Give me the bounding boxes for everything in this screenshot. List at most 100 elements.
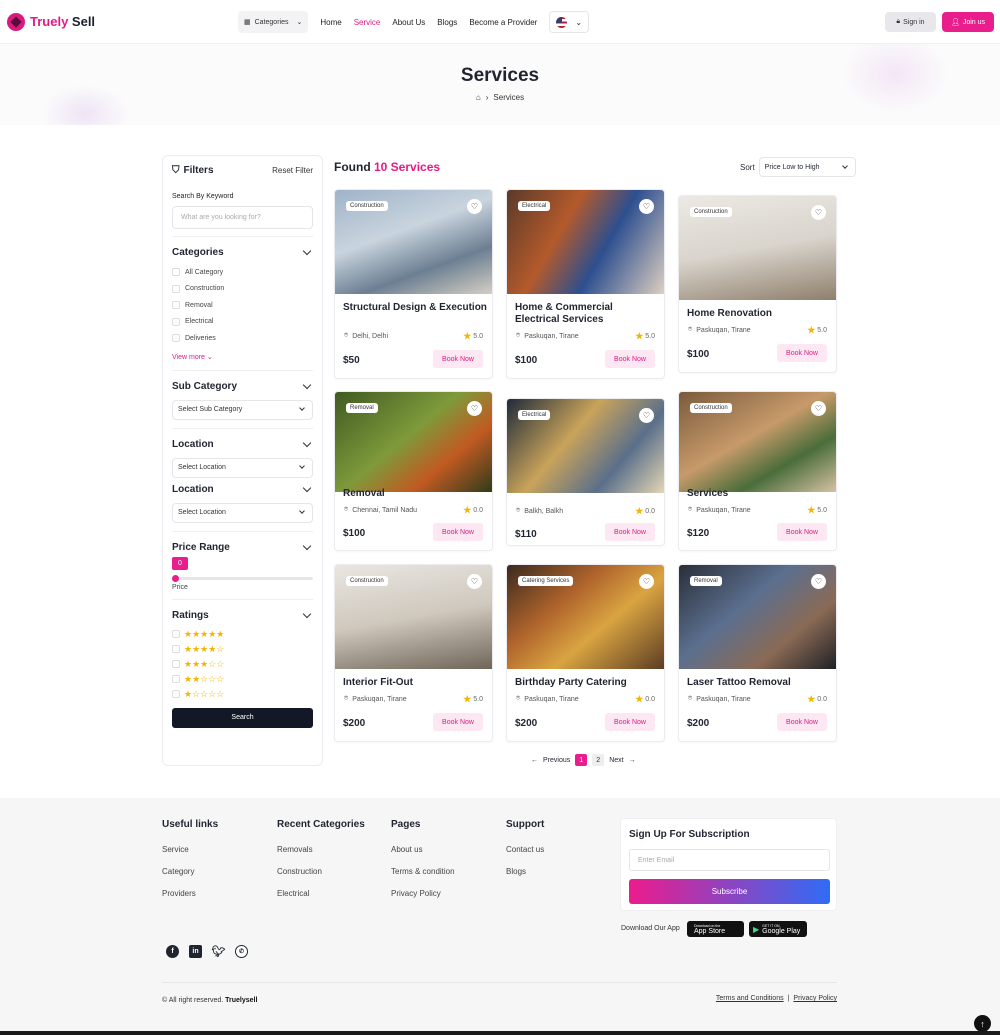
nav-about[interactable]: About Us — [392, 18, 425, 27]
service-title[interactable]: Structural Design & Execution — [343, 302, 488, 314]
facebook-icon[interactable]: f — [166, 945, 179, 958]
service-card[interactable]: Electrical ♡ Home & Commercial Electrica… — [506, 189, 665, 379]
google-play-button[interactable]: ▶ GET IT ON Google Play — [749, 921, 807, 937]
subscribe-button[interactable]: Subscribe — [629, 879, 830, 904]
whatsapp-icon[interactable]: ✆ — [235, 945, 248, 958]
book-now-button[interactable]: Book Now — [605, 350, 655, 368]
heart-icon[interactable]: ♡ — [639, 199, 654, 214]
footer-link[interactable]: Category — [162, 867, 194, 876]
app-store-button[interactable]: Download on the App Store — [687, 921, 744, 937]
rating-option[interactable]: ★★★★☆ — [172, 642, 313, 657]
category-checkbox[interactable]: All Category — [172, 264, 313, 281]
checkbox[interactable] — [172, 690, 180, 698]
service-card[interactable]: Construction ♡ Services ⌾ Paskuqan, Tiran… — [678, 391, 837, 551]
heart-icon[interactable]: ♡ — [811, 205, 826, 220]
logo[interactable]: Truely Sell — [7, 12, 95, 31]
categories-dropdown[interactable]: ▦ Categories ⌄ — [238, 11, 309, 33]
rating-option[interactable]: ★☆☆☆☆ — [172, 687, 313, 702]
footer-link[interactable]: Construction — [277, 867, 322, 876]
checkbox[interactable] — [172, 284, 180, 293]
email-field[interactable]: Enter Email — [629, 849, 830, 871]
service-title[interactable]: Birthday Party Catering — [515, 677, 660, 689]
footer-link[interactable]: Privacy Policy — [391, 889, 441, 898]
signin-button[interactable]: 🔒︎ Sign in — [885, 12, 936, 32]
rating-option[interactable]: ★★★☆☆ — [172, 657, 313, 672]
book-now-button[interactable]: Book Now — [433, 713, 483, 731]
location-select-2[interactable]: Select Location — [172, 502, 313, 523]
category-checkbox[interactable]: Deliveries — [172, 330, 313, 347]
scroll-to-top-button[interactable]: ↑ — [974, 1015, 991, 1032]
keyword-search-input[interactable]: What are you looking for? — [172, 206, 313, 229]
footer-link[interactable]: Terms & condition — [391, 867, 455, 876]
book-now-button[interactable]: Book Now — [605, 713, 655, 731]
footer-link[interactable]: Removals — [277, 845, 313, 854]
footer-link[interactable]: Providers — [162, 889, 196, 898]
checkbox[interactable] — [172, 660, 180, 668]
service-title[interactable]: Services — [687, 488, 832, 500]
price-slider[interactable] — [172, 574, 313, 582]
view-more-link[interactable]: View more ⌄ — [172, 353, 313, 361]
location-header[interactable]: Location — [172, 438, 313, 450]
nav-blogs[interactable]: Blogs — [437, 18, 457, 27]
checkbox[interactable] — [172, 268, 180, 277]
terms-link[interactable]: Terms and Conditions — [716, 995, 784, 1002]
service-card[interactable]: Removal ♡ Laser Tattoo Removal ⌾ Paskuqan… — [678, 564, 837, 742]
checkbox[interactable] — [172, 630, 180, 638]
next-page[interactable]: Next — [609, 757, 623, 764]
book-now-button[interactable]: Book Now — [433, 523, 483, 541]
book-now-button[interactable]: Book Now — [605, 523, 655, 541]
heart-icon[interactable]: ♡ — [467, 574, 482, 589]
service-title[interactable]: Interior Fit-Out — [343, 677, 488, 689]
book-now-button[interactable]: Book Now — [777, 523, 827, 541]
rating-option[interactable]: ★★☆☆☆ — [172, 672, 313, 687]
language-dropdown[interactable]: ⌄ — [549, 11, 590, 33]
categories-header[interactable]: Categories — [172, 246, 313, 258]
category-checkbox[interactable]: Construction — [172, 281, 313, 298]
search-button[interactable]: Search — [172, 707, 313, 728]
book-now-button[interactable]: Book Now — [433, 350, 483, 368]
book-now-button[interactable]: Book Now — [777, 713, 827, 731]
footer-link[interactable]: Service — [162, 845, 189, 854]
footer-link[interactable]: Contact us — [506, 845, 544, 854]
reset-filter-link[interactable]: Reset Filter — [272, 166, 313, 175]
home-icon[interactable]: ⌂ — [476, 93, 481, 102]
category-checkbox[interactable]: Removal — [172, 297, 313, 314]
footer-link[interactable]: Blogs — [506, 867, 526, 876]
service-title[interactable]: Laser Tattoo Removal — [687, 677, 832, 689]
heart-icon[interactable]: ♡ — [811, 574, 826, 589]
footer-link[interactable]: Electrical — [277, 889, 309, 898]
privacy-link[interactable]: Privacy Policy — [793, 995, 837, 1002]
service-title[interactable]: Removal — [343, 488, 488, 500]
previous-page[interactable]: Previous — [543, 757, 570, 764]
category-checkbox[interactable]: Electrical — [172, 314, 313, 331]
nav-become-provider[interactable]: Become a Provider — [469, 18, 537, 27]
nav-service[interactable]: Service — [354, 18, 381, 27]
checkbox[interactable] — [172, 645, 180, 653]
service-card[interactable]: Electrical ♡ ⌾ Balkh, Balkh ★ 0.0 $110 Boo… — [506, 398, 665, 546]
subcategory-select[interactable]: Select Sub Category — [172, 399, 313, 420]
service-title[interactable]: Home Renovation — [687, 308, 832, 320]
heart-icon[interactable]: ♡ — [467, 199, 482, 214]
heart-icon[interactable]: ♡ — [467, 401, 482, 416]
checkbox[interactable] — [172, 675, 180, 683]
subcategory-header[interactable]: Sub Category — [172, 380, 313, 392]
ratings-header[interactable]: Ratings — [172, 609, 313, 621]
twitter-icon[interactable]: 🐦︎ — [212, 945, 226, 958]
service-card[interactable]: Catering Services ♡ Birthday Party Cater… — [506, 564, 665, 742]
footer-link[interactable]: About us — [391, 845, 423, 854]
page-1[interactable]: 1 — [575, 754, 588, 766]
service-title[interactable]: Home & Commercial Electrical Services — [515, 302, 660, 326]
location-header-2[interactable]: Location — [172, 483, 313, 495]
checkbox[interactable] — [172, 317, 180, 326]
joinus-button[interactable]: 👤︎ Join us — [942, 12, 994, 32]
heart-icon[interactable]: ♡ — [639, 574, 654, 589]
service-card[interactable]: Construction ♡ Structural Design & Execu… — [334, 189, 493, 379]
nav-home[interactable]: Home — [320, 18, 341, 27]
location-select[interactable]: Select Location — [172, 457, 313, 478]
service-card[interactable]: Removal ♡ Removal ⌾ Chennai, Tamil Nadu ★… — [334, 391, 493, 551]
linkedin-icon[interactable]: in — [189, 945, 202, 958]
page-2[interactable]: 2 — [592, 754, 605, 766]
service-card[interactable]: Construction ♡ Interior Fit-Out ⌾ Paskuqa… — [334, 564, 493, 742]
service-card[interactable]: Construction ♡ Home Renovation ⌾ Paskuqan… — [678, 195, 837, 373]
heart-icon[interactable]: ♡ — [639, 408, 654, 423]
